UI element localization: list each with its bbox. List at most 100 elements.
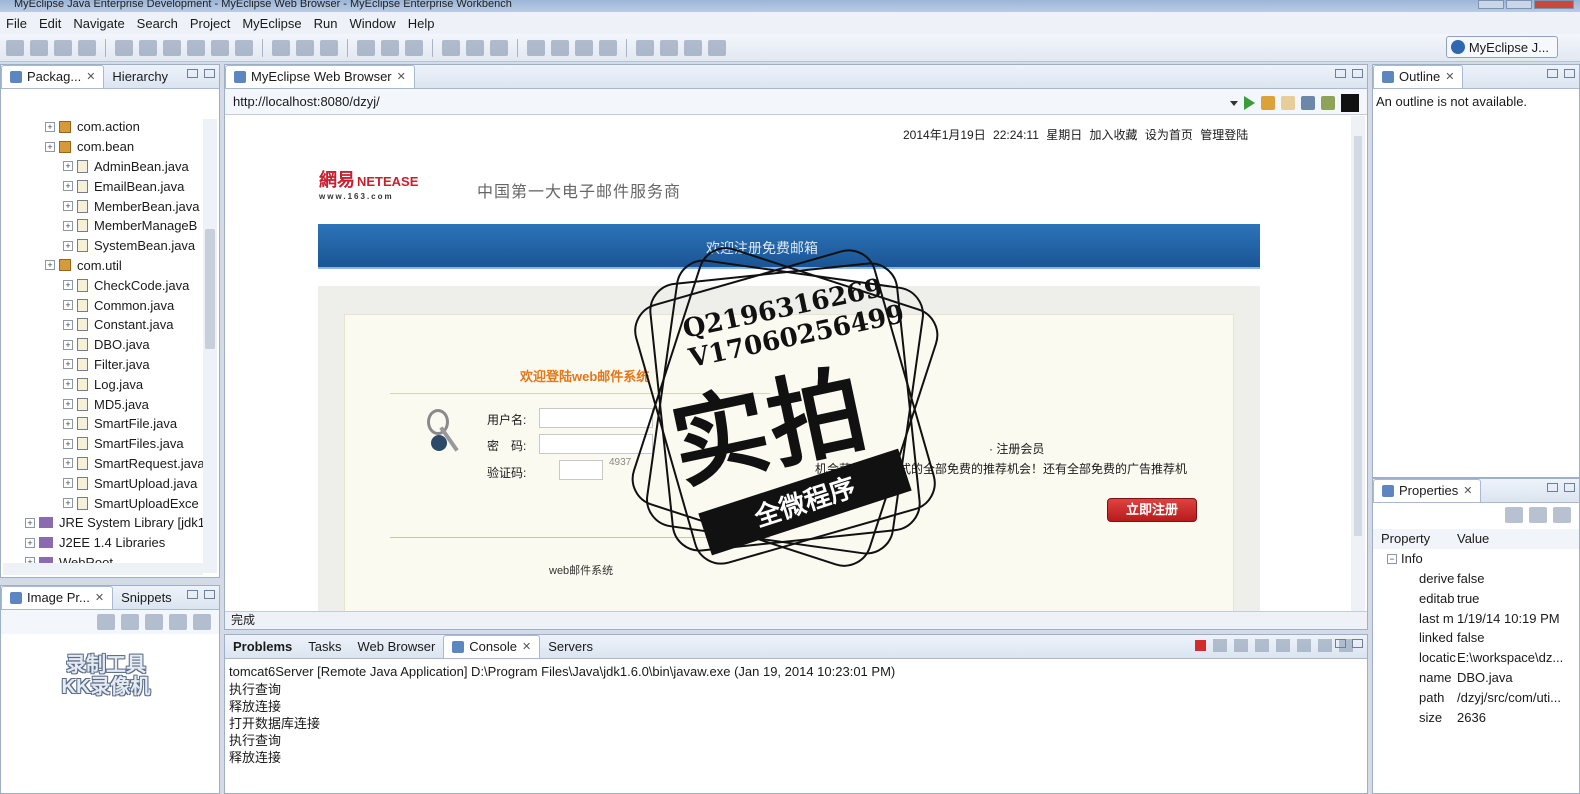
tab-properties[interactable]: Properties ✕ — [1373, 479, 1482, 502]
zoom-in-icon[interactable] — [145, 614, 163, 630]
console-output[interactable]: tomcat6Server [Remote Java Application] … — [225, 659, 1367, 770]
browser-scrollbar[interactable] — [1351, 116, 1365, 612]
minimize-icon[interactable] — [187, 590, 198, 599]
netease-logo[interactable]: 網易 NETEASE www.163.com — [319, 166, 429, 201]
tree-item[interactable]: + Log.java — [1, 374, 219, 394]
menu-project[interactable]: Project — [184, 16, 236, 31]
close-icon[interactable]: ✕ — [522, 640, 531, 653]
expand-toggle-icon[interactable]: + — [63, 201, 73, 212]
go-icon[interactable] — [1244, 96, 1255, 110]
tab-outline[interactable]: Outline ✕ — [1373, 65, 1464, 88]
expand-toggle-icon[interactable]: + — [63, 300, 73, 311]
minimize-button[interactable] — [1478, 0, 1504, 9]
tab-hierarchy[interactable]: Hierarchy — [104, 66, 176, 88]
remove-launch-icon[interactable] — [1213, 639, 1227, 652]
expand-toggle-icon[interactable]: + — [25, 517, 35, 528]
tab-problems[interactable]: Problems — [225, 636, 300, 658]
property-row[interactable]: name DBO.java — [1373, 668, 1579, 688]
zoom-out-icon[interactable] — [121, 614, 139, 630]
open-type-icon[interactable] — [272, 39, 290, 56]
new-class-icon[interactable] — [442, 39, 460, 56]
properties-group-row[interactable]: − Info — [1373, 549, 1579, 569]
tree-item[interactable]: + Constant.java — [1, 315, 219, 335]
minimize-icon[interactable] — [1547, 483, 1558, 492]
tree-item[interactable]: + com.action — [1, 117, 219, 137]
maximize-icon[interactable] — [1352, 69, 1363, 78]
expand-toggle-icon[interactable]: + — [63, 359, 73, 370]
view-source-icon[interactable] — [1341, 94, 1359, 112]
expand-toggle-icon[interactable]: + — [63, 319, 73, 330]
username-input[interactable] — [539, 408, 653, 428]
maximize-icon[interactable] — [1564, 69, 1575, 78]
scroll-lock-icon[interactable] — [1276, 639, 1290, 652]
tree-item[interactable]: + Common.java — [1, 295, 219, 315]
maximize-icon[interactable] — [1564, 483, 1575, 492]
expand-toggle-icon[interactable]: + — [63, 438, 73, 449]
filter-icon[interactable] — [1529, 507, 1547, 523]
tree-item[interactable]: + MemberBean.java — [1, 196, 219, 216]
expand-toggle-icon[interactable]: + — [63, 181, 73, 192]
tree-horizontal-scrollbar[interactable] — [3, 563, 203, 575]
report-icon[interactable] — [320, 39, 338, 56]
maximize-button[interactable] — [1506, 0, 1532, 9]
property-row[interactable]: size 2636 — [1373, 707, 1579, 727]
minimize-icon[interactable] — [1335, 639, 1346, 648]
expand-toggle-icon[interactable]: + — [63, 399, 73, 410]
close-button[interactable] — [1534, 0, 1574, 9]
refresh-icon[interactable] — [490, 39, 508, 56]
wizard-2-icon[interactable] — [187, 39, 205, 56]
maximize-icon[interactable] — [1352, 639, 1363, 648]
image-icon[interactable] — [296, 39, 314, 56]
categories-icon[interactable] — [1505, 507, 1523, 523]
collapse-icon[interactable]: − — [1387, 553, 1397, 564]
menu-run[interactable]: Run — [308, 16, 344, 31]
save-icon[interactable] — [30, 39, 48, 56]
expand-toggle-icon[interactable]: + — [63, 339, 73, 350]
globe-icon[interactable] — [235, 39, 253, 56]
tree-item[interactable]: + J2EE 1.4 Libraries — [1, 533, 219, 553]
terminate-icon[interactable] — [1195, 640, 1206, 651]
expand-toggle-icon[interactable]: + — [25, 537, 35, 548]
property-row[interactable]: path/dzyj/src/com/uti... — [1373, 687, 1579, 707]
new-package-icon[interactable] — [466, 39, 484, 56]
perspective-switcher[interactable]: MyEclipse J... — [1445, 36, 1558, 58]
restore-defaults-icon[interactable] — [1553, 507, 1571, 523]
scrollbar-thumb[interactable] — [205, 229, 215, 349]
wizard-icon[interactable] — [163, 39, 181, 56]
tab-web-browser-view[interactable]: Web Browser — [349, 636, 443, 658]
expand-toggle-icon[interactable]: + — [63, 418, 73, 429]
next-annotation-icon[interactable] — [660, 39, 678, 56]
tree-item[interactable]: + SystemBean.java — [1, 236, 219, 256]
print-icon[interactable] — [54, 39, 72, 56]
stop-icon[interactable] — [1321, 96, 1335, 110]
column-header-property[interactable]: Property — [1373, 531, 1457, 546]
new-icon[interactable] — [6, 39, 24, 56]
password-input[interactable] — [539, 434, 653, 454]
menu-help[interactable]: Help — [402, 16, 441, 31]
close-icon[interactable]: ✕ — [95, 591, 104, 604]
tab-web-browser[interactable]: MyEclipse Web Browser ✕ — [225, 65, 415, 88]
display-console-icon[interactable] — [1318, 639, 1332, 652]
open-file-icon[interactable] — [575, 39, 593, 56]
column-header-value[interactable]: Value — [1457, 531, 1489, 546]
deploy-icon[interactable] — [115, 39, 133, 56]
tree-item[interactable]: + com.bean — [1, 137, 219, 157]
close-icon[interactable]: ✕ — [1463, 484, 1472, 497]
expand-toggle-icon[interactable]: + — [63, 379, 73, 390]
forward-icon[interactable] — [708, 39, 726, 56]
captcha-input[interactable] — [559, 460, 603, 480]
menu-window[interactable]: Window — [343, 16, 401, 31]
expand-toggle-icon[interactable]: + — [63, 161, 73, 172]
menu-myeclipse[interactable]: MyEclipse — [236, 16, 307, 31]
refresh-icon[interactable] — [1301, 96, 1315, 110]
zoom-fit-icon[interactable] — [97, 614, 115, 630]
tree-item[interactable]: + Filter.java — [1, 355, 219, 375]
back-icon[interactable] — [1261, 96, 1275, 110]
menu-search[interactable]: Search — [131, 16, 184, 31]
tab-console[interactable]: Console ✕ — [443, 635, 541, 658]
property-row[interactable]: editab true — [1373, 588, 1579, 608]
tab-servers[interactable]: Servers — [540, 636, 601, 658]
search-icon[interactable] — [551, 39, 569, 56]
url-input[interactable]: http://localhost:8080/dzyj/ — [233, 94, 1153, 109]
open-folder-icon[interactable] — [527, 39, 545, 56]
